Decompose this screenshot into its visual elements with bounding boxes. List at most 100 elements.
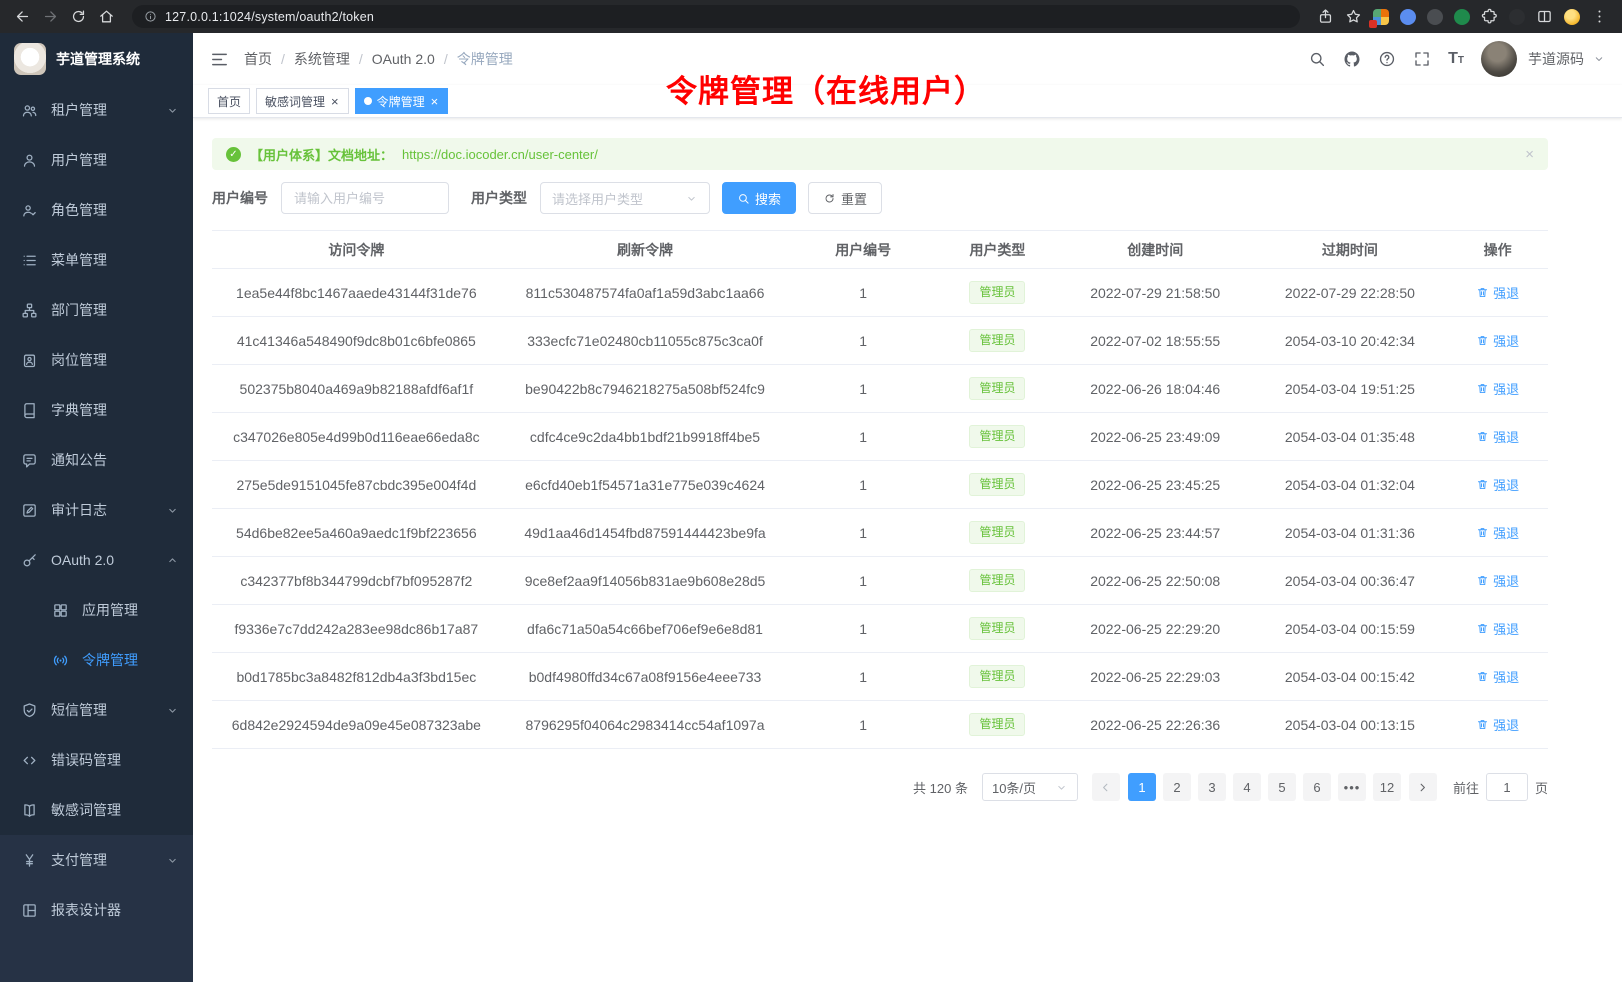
extension-icon[interactable] [1373, 9, 1389, 25]
sidebar-item-app[interactable]: 应用管理 [0, 585, 193, 635]
github-icon[interactable] [1343, 50, 1361, 68]
sidebar-item-dept[interactable]: 部门管理 [0, 285, 193, 335]
app-logo[interactable]: 芋道管理系统 [0, 33, 193, 85]
force-logout-button[interactable]: 强退 [1476, 283, 1519, 302]
sidebar-item-oauth[interactable]: OAuth 2.0 [0, 535, 193, 585]
browser-back-icon[interactable] [14, 8, 31, 25]
close-icon[interactable]: × [1525, 146, 1534, 163]
browser-forward-icon[interactable] [42, 8, 59, 25]
page-button[interactable]: 12 [1373, 773, 1401, 801]
next-page-button[interactable] [1409, 773, 1437, 801]
user-id-input[interactable] [281, 182, 449, 214]
extension-icon[interactable] [1509, 9, 1525, 25]
page-button[interactable]: 5 [1268, 773, 1296, 801]
browser-reload-icon[interactable] [70, 8, 87, 25]
fullscreen-icon[interactable] [1413, 50, 1431, 68]
app-icon [52, 602, 69, 619]
sidebar-item-dict[interactable]: 字典管理 [0, 385, 193, 435]
page-button[interactable]: 6 [1303, 773, 1331, 801]
force-logout-button[interactable]: 强退 [1476, 715, 1519, 734]
split-view-icon[interactable] [1536, 8, 1553, 25]
sidebar-item-token[interactable]: 令牌管理 [0, 635, 193, 685]
table-row: 502375b8040a469a9b82188afdf6af1f be90422… [212, 365, 1548, 413]
force-logout-button[interactable]: 强退 [1476, 427, 1519, 446]
user-type-badge: 管理员 [969, 425, 1025, 449]
breadcrumb-item[interactable]: OAuth 2.0 [372, 51, 435, 67]
search-icon[interactable] [1308, 50, 1326, 68]
doc-link[interactable]: https://doc.iocoder.cn/user-center/ [402, 147, 598, 162]
address-bar[interactable]: 127.0.0.1:1024/system/oauth2/token [132, 5, 1300, 28]
breadcrumb-item[interactable]: 系统管理 [294, 49, 350, 69]
page-button[interactable]: 4 [1233, 773, 1261, 801]
sidebar-item-post[interactable]: 岗位管理 [0, 335, 193, 385]
share-icon[interactable] [1317, 8, 1334, 25]
close-icon[interactable]: × [430, 95, 440, 108]
force-logout-button[interactable]: 强退 [1476, 667, 1519, 686]
sidebar-item-pay[interactable]: 支付管理 [0, 835, 193, 885]
force-logout-button[interactable]: 强退 [1476, 379, 1519, 398]
page-button[interactable]: 1 [1128, 773, 1156, 801]
sidebar-item-tenant[interactable]: 租户管理 [0, 85, 193, 135]
user-type-badge: 管理员 [969, 473, 1025, 497]
browser-menu-icon[interactable] [1591, 8, 1608, 25]
table-row: f9336e7c7dd242a283ee98dc86b17a87 dfa6c71… [212, 605, 1548, 653]
sidebar-item-notice[interactable]: 通知公告 [0, 435, 193, 485]
sidebar-item-sensitive[interactable]: 敏感词管理 [0, 785, 193, 835]
screen: 127.0.0.1:1024/system/oauth2/token 芋道管理系… [0, 0, 1622, 982]
delete-icon [1476, 622, 1489, 635]
caret-down-icon[interactable] [1593, 53, 1605, 65]
browser-home-icon[interactable] [98, 8, 115, 25]
delete-icon [1476, 382, 1489, 395]
profile-avatar-icon[interactable] [1564, 9, 1580, 25]
sidebar-item-sms[interactable]: 短信管理 [0, 685, 193, 735]
page-button[interactable]: 3 [1198, 773, 1226, 801]
hamburger-icon[interactable] [210, 50, 229, 69]
bookmark-star-icon[interactable] [1345, 8, 1362, 25]
force-logout-button[interactable]: 强退 [1476, 571, 1519, 590]
user-type-select[interactable]: 请选择用户类型 [540, 182, 710, 214]
create-time-cell: 2022-06-25 22:50:08 [1058, 557, 1253, 605]
column-header: 刷新令牌 [501, 231, 790, 269]
expire-time-cell: 2022-07-29 22:28:50 [1253, 269, 1448, 317]
page-size-select[interactable]: 10条/页 [982, 773, 1078, 801]
delete-icon [1476, 478, 1489, 491]
site-info-icon[interactable] [144, 10, 157, 23]
page-ellipsis-button[interactable]: ••• [1338, 773, 1366, 801]
extension-icon[interactable] [1427, 9, 1443, 25]
user-avatar[interactable] [1481, 41, 1517, 77]
breadcrumb-separator: / [359, 51, 363, 67]
goto-page-input[interactable] [1486, 773, 1528, 801]
refresh-token-cell: b0df4980ffd34c67a08f9156e4eee733 [501, 653, 790, 701]
sidebar-item-errcode[interactable]: 错误码管理 [0, 735, 193, 785]
extensions-puzzle-icon[interactable] [1481, 8, 1498, 25]
sidebar-item-user[interactable]: 用户管理 [0, 135, 193, 185]
breadcrumb-item[interactable]: 首页 [244, 49, 272, 69]
sidebar-item-report[interactable]: 报表设计器 [0, 885, 193, 935]
tab[interactable]: 敏感词管理× [256, 88, 349, 114]
font-size-icon[interactable]: TT [1448, 51, 1464, 67]
tab[interactable]: 首页 [208, 88, 250, 114]
force-logout-button[interactable]: 强退 [1476, 331, 1519, 350]
user-name[interactable]: 芋道源码 [1528, 49, 1584, 69]
page-button[interactable]: 2 [1163, 773, 1191, 801]
sidebar-item-menu[interactable]: 菜单管理 [0, 235, 193, 285]
access-token-cell: 6d842e2924594de9a09e45e087323abe [212, 701, 501, 749]
sidebar-item-label: OAuth 2.0 [51, 552, 166, 568]
help-icon[interactable] [1378, 50, 1396, 68]
create-time-cell: 2022-06-25 22:29:03 [1058, 653, 1253, 701]
reset-button[interactable]: 重置 [808, 182, 882, 214]
extension-icon[interactable] [1400, 9, 1416, 25]
refresh-icon [823, 192, 836, 205]
sidebar-item-audit[interactable]: 审计日志 [0, 485, 193, 535]
close-icon[interactable]: × [330, 95, 340, 108]
chevron-up-icon [166, 554, 179, 567]
tab[interactable]: 令牌管理× [355, 88, 449, 114]
url-text: 127.0.0.1:1024/system/oauth2/token [165, 10, 374, 24]
sidebar-item-role[interactable]: 角色管理 [0, 185, 193, 235]
force-logout-button[interactable]: 强退 [1476, 475, 1519, 494]
search-button[interactable]: 搜索 [722, 182, 796, 214]
extension-icon[interactable] [1454, 9, 1470, 25]
force-logout-button[interactable]: 强退 [1476, 619, 1519, 638]
force-logout-button[interactable]: 强退 [1476, 523, 1519, 542]
prev-page-button[interactable] [1092, 773, 1120, 801]
